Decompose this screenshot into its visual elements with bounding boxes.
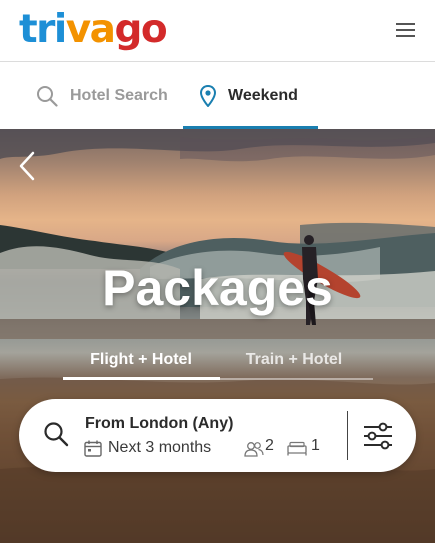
logo-part-go: go [114, 7, 168, 52]
chevron-left-icon[interactable] [18, 151, 36, 181]
hamburger-menu-icon[interactable] [396, 22, 415, 38]
calendar-icon [84, 440, 102, 457]
tab-weekend[interactable]: Weekend [200, 62, 298, 129]
search-type-tabs: Hotel Search Weekend [0, 62, 435, 129]
tab-label: Hotel Search [70, 86, 168, 104]
guests-icon [244, 442, 264, 457]
inactive-package-tab-line [220, 378, 373, 380]
package-search-bar[interactable]: From London (Any) Next 3 months 2 1 [19, 399, 416, 472]
tab-train-hotel[interactable]: Train + Hotel [216, 351, 372, 377]
room-count: 1 [311, 437, 320, 454]
hero-banner: Packages Flight + Hotel Train + Hotel Fr… [0, 129, 435, 543]
active-package-tab-indicator [63, 377, 220, 380]
search-bar-divider [347, 411, 348, 460]
bed-icon [287, 441, 307, 456]
logo-part-tri: tri [19, 7, 67, 52]
hero-title: Packages [102, 260, 333, 316]
location-pin-icon [200, 84, 216, 107]
header: trivago [0, 0, 435, 62]
tab-hotel-search[interactable]: Hotel Search [36, 62, 168, 129]
search-icon [44, 422, 69, 447]
filter-sliders-icon[interactable] [363, 422, 393, 450]
tab-flight-hotel[interactable]: Flight + Hotel [62, 351, 220, 377]
guest-count: 2 [265, 437, 274, 454]
search-icon [37, 85, 58, 107]
dates-text: Next 3 months [108, 439, 212, 456]
tab-label: Weekend [228, 86, 298, 104]
hero-background-image [0, 129, 435, 543]
logo-part-va: va [65, 7, 116, 52]
trivago-logo[interactable]: trivago [19, 7, 168, 52]
origin-text: From London (Any) [85, 415, 234, 432]
